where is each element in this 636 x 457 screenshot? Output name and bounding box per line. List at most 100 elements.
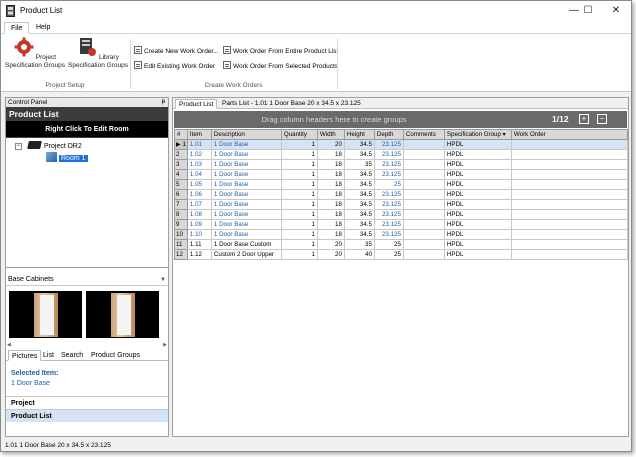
table-cell: HPDL [443,179,512,190]
column-header-comments[interactable]: Comments [402,129,445,140]
tab-parts-list[interactable]: Parts List - 1.01 1 Door Base 20 x 34.5 … [219,99,364,109]
tree-expander[interactable]: − [15,143,22,150]
wo-from-selected-button[interactable]: Work Order From Selected Products [223,61,338,71]
close-button[interactable]: ✕ [602,1,630,21]
wo-from-entire-list-button[interactable]: Work Order From Entire Product List [223,46,338,56]
control-panel-header: Control Panel ᵽ [6,98,168,107]
menu-file[interactable]: File [4,22,30,34]
product-thumbnail[interactable] [9,291,82,338]
table-cell [510,189,628,200]
table-cell: 1 Door Base [210,219,282,230]
row-number[interactable]: 3 [174,159,188,170]
tab-list[interactable]: List [40,350,57,361]
row-number[interactable]: 4 [174,169,188,180]
maximize-button[interactable]: ☐ [574,1,602,21]
spec-group-header-label: Specification Group [446,131,501,138]
table-cell [402,169,445,180]
column-header-depth[interactable]: Depth [373,129,404,140]
table-cell: 34.5 [343,209,375,220]
column-header-rownum[interactable]: # [174,129,188,140]
table-row[interactable]: 5 1.05 1 Door Base 1 18 34.5 25 HPDL [174,179,628,190]
menu-help[interactable]: Help [30,22,56,34]
column-header-spec-group[interactable]: Specification Group ▾ [443,129,512,140]
row-number[interactable]: 10 [174,229,188,240]
selected-item-value: 1 Door Base [11,380,50,387]
gear-icon [14,37,34,57]
tree-node-room[interactable]: Room 1 [46,152,88,162]
table-cell: 35 [343,239,375,250]
table-cell: 25 [373,249,404,260]
table-row[interactable]: 6 1.06 1 Door Base 1 18 34.5 23.125 HPDL [174,189,628,200]
table-row[interactable]: 12 1.12 Custom 2 Door Upper 1 20 40 25 HPDL [174,249,628,260]
pin-icon[interactable]: ᵽ [162,98,165,107]
row-number[interactable]: 6 [174,189,188,200]
room-icon [46,152,57,162]
minus-icon[interactable]: − [597,114,607,124]
table-cell: 34.5 [343,149,375,160]
library-spec-groups-button[interactable]: Library Specification Groups [67,37,129,69]
tab-search[interactable]: Search [58,350,86,361]
table-cell: 18 [316,149,345,160]
table-cell: 18 [316,169,345,180]
table-row[interactable]: 2 1.02 1 Door Base 1 18 34.5 23.125 HPDL [174,149,628,160]
plus-icon[interactable]: + [579,114,589,124]
column-header-height[interactable]: Height [343,129,375,140]
row-number[interactable]: ▶ 1 [174,139,188,150]
table-cell [402,239,445,250]
selected-item-label: Selected Item: [11,370,59,377]
table-row[interactable]: 3 1.03 1 Door Base 1 18 35 23.125 HPDL [174,159,628,170]
row-number[interactable]: 5 [174,179,188,190]
document-tabs: Product List Parts List - 1.01 1 Door Ba… [173,98,628,109]
table-cell: HPDL [443,169,512,180]
menu-bar: File Help [1,21,631,34]
category-dropdown[interactable]: Base Cabinets ▼ [6,274,168,286]
tab-product-groups[interactable]: Product Groups [88,350,143,361]
table-row[interactable]: 11 1.11 1 Door Base Custom 1 20 35 25 HPDL [174,239,628,250]
table-cell [402,179,445,190]
table-cell: 1.06 [186,189,212,200]
table-cell: 1 [280,219,318,230]
horizontal-scrollbar[interactable]: ◀ ▶ [6,342,168,348]
group-by-bar[interactable]: Drag column headers here to create group… [174,111,627,128]
table-row[interactable]: ▶ 1 1.01 1 Door Base 1 20 34.5 23.125 HPDL [174,139,628,150]
row-number[interactable]: 2 [174,149,188,160]
nav-product-list[interactable]: Product List [6,409,168,422]
ribbon-separator [337,39,338,89]
table-cell [510,159,628,170]
table-cell: 1 [280,199,318,210]
table-row[interactable]: 8 1.08 1 Door Base 1 18 34.5 23.125 HPDL [174,209,628,220]
row-number[interactable]: 9 [174,219,188,230]
create-new-work-order-button[interactable]: Create New Work Order... [134,46,219,56]
tab-product-list[interactable]: Product List [175,99,218,109]
column-header-width[interactable]: Width [316,129,345,140]
table-row[interactable]: 9 1.09 1 Door Base 1 18 34.5 23.125 HPDL [174,219,628,230]
row-number[interactable]: 11 [174,239,188,250]
table-cell: 1 Door Base [210,179,282,190]
row-number[interactable]: 7 [174,199,188,210]
table-row[interactable]: 10 1.10 1 Door Base 1 18 34.5 23.125 HPDL [174,229,628,240]
table-cell [510,179,628,190]
row-number[interactable]: 12 [174,249,188,260]
filter-icon[interactable]: ▾ [503,131,506,138]
product-thumbnail[interactable] [86,291,159,338]
column-header-quantity[interactable]: Quantity [280,129,318,140]
table-cell: 1.04 [186,169,212,180]
column-header-description[interactable]: Description [210,129,282,140]
tab-pictures[interactable]: Pictures [8,350,42,361]
table-cell: 20 [316,139,345,150]
edit-existing-work-order-button[interactable]: Edit Existing Work Order [134,61,215,71]
table-cell [402,219,445,230]
table-cell: 23.125 [373,219,404,230]
column-header-work-order[interactable]: Work Order [510,129,628,140]
main-panel: Product List Parts List - 1.01 1 Door Ba… [172,97,629,437]
category-value: Base Cabinets [8,276,54,283]
row-number[interactable]: 8 [174,209,188,220]
project-spec-groups-button[interactable]: Project Specification Groups [5,37,65,69]
nav-project[interactable]: Project [6,396,168,409]
project-name: Project DR2 [44,143,82,150]
library-icon [80,38,97,56]
column-header-item[interactable]: Item [186,129,212,140]
tree-node-project[interactable]: Project DR2 [27,141,82,151]
table-row[interactable]: 4 1.04 1 Door Base 1 18 34.5 23.125 HPDL [174,169,628,180]
table-row[interactable]: 7 1.07 1 Door Base 1 18 34.5 23.125 HPDL [174,199,628,210]
